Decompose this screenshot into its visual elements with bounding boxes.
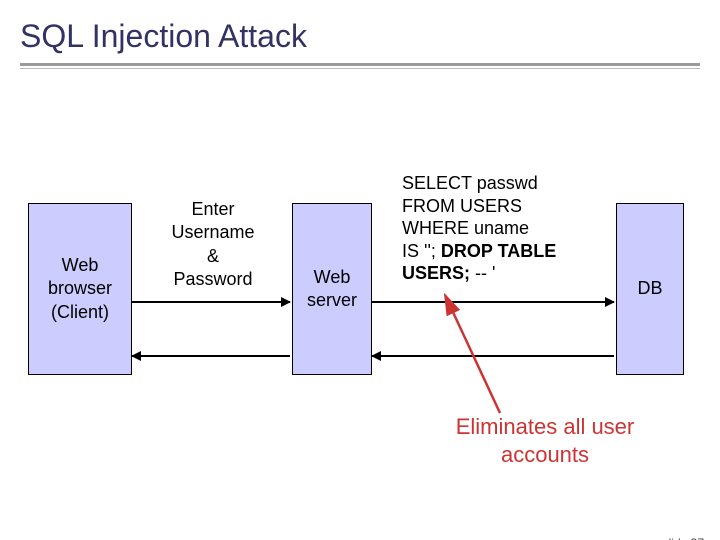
client-box: Web browser (Client) (28, 203, 132, 375)
arrow-server-to-db (372, 301, 614, 303)
web-server-box: Web server (292, 203, 372, 375)
enter-line4: Password (148, 268, 278, 291)
title-underline (20, 63, 700, 69)
sql-line4: IS ''; DROP TABLE (402, 240, 556, 263)
enter-line2: Username (148, 221, 278, 244)
sql-line4-prefix: IS ''; (402, 241, 436, 261)
arrow-server-to-client (132, 355, 290, 357)
slide-title: SQL Injection Attack (20, 18, 720, 55)
sql-line4-bold: DROP TABLE (436, 241, 556, 261)
sql-line3: WHERE uname (402, 217, 556, 240)
sql-line5-bold: USERS; (402, 263, 470, 283)
caption-line1: Eliminates all user (420, 413, 670, 441)
enter-line1: Enter (148, 198, 278, 221)
client-label-line2: browser (48, 277, 112, 300)
caption-line2: accounts (420, 441, 670, 469)
diagram-stage: Web browser (Client) Web server DB Enter… (0, 103, 720, 483)
server-label-line1: Web (314, 266, 351, 289)
sql-line1: SELECT passwd (402, 172, 556, 195)
caption-eliminates-accounts: Eliminates all user accounts (420, 413, 670, 468)
db-label-line1: DB (637, 277, 662, 300)
slide-footer: slide 37 (663, 536, 704, 540)
sql-line5-suffix: -- ' (470, 263, 495, 283)
client-label-line1: Web (62, 254, 99, 277)
arrow-db-to-server (372, 355, 614, 357)
enter-credentials-label: Enter Username & Password (148, 198, 278, 292)
server-label-line2: server (307, 289, 357, 312)
db-box: DB (616, 203, 684, 375)
client-label-line3: (Client) (51, 301, 109, 324)
enter-line3: & (148, 245, 278, 268)
sql-query-label: SELECT passwd FROM USERS WHERE uname IS … (402, 172, 556, 285)
arrow-client-to-server (132, 301, 290, 303)
sql-line5: USERS; -- ' (402, 262, 556, 285)
sql-line2: FROM USERS (402, 195, 556, 218)
